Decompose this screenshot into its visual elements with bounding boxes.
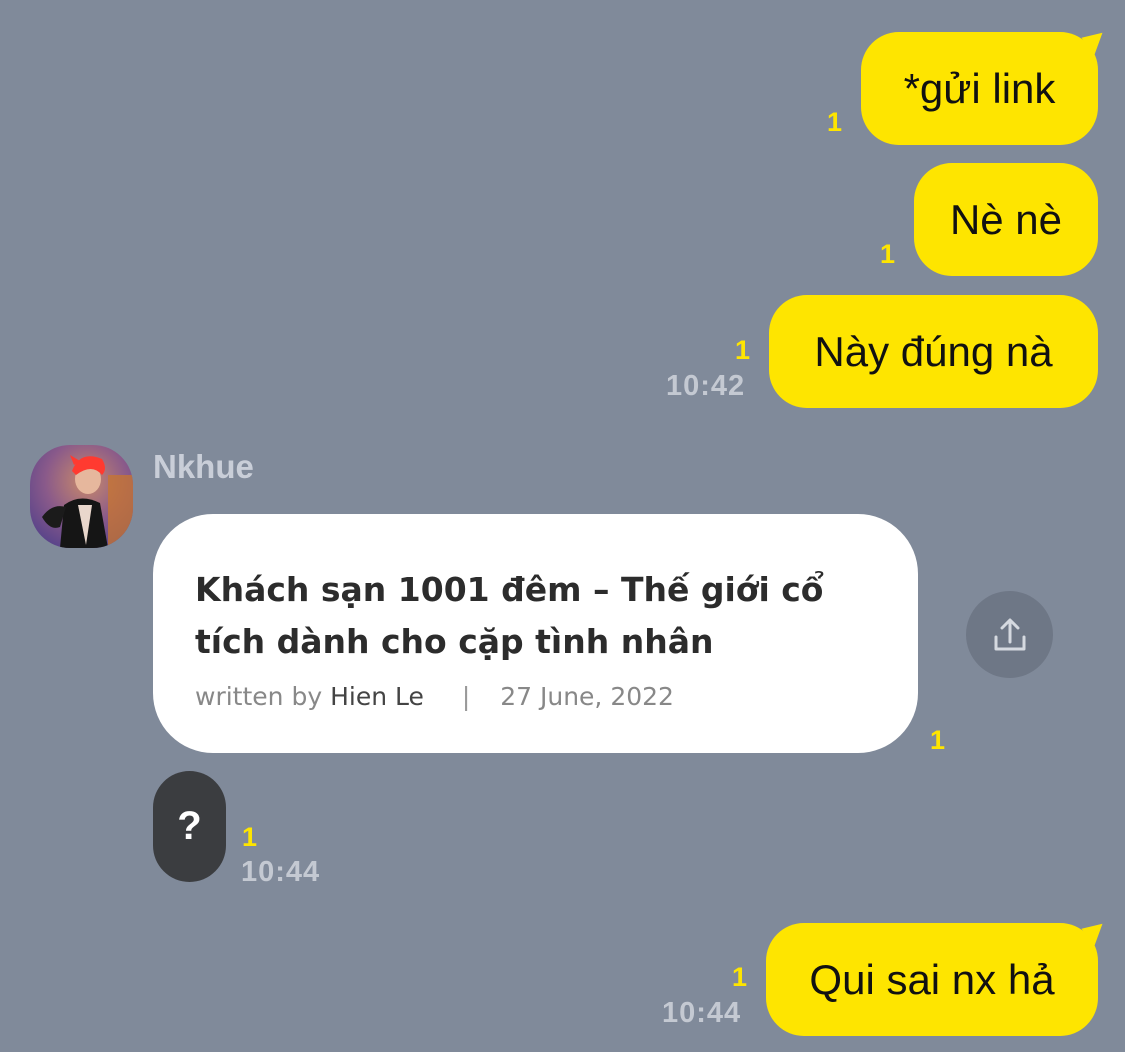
message-text: Này đúng nà: [814, 327, 1053, 375]
link-date: 27 June, 2022: [500, 682, 674, 711]
message-text: Nè nè: [949, 195, 1063, 243]
unread-count: 1: [735, 335, 751, 365]
message-text: ?: [177, 804, 202, 848]
share-icon: [994, 618, 1025, 650]
message-bubble-outgoing[interactable]: Nè nè: [914, 163, 1098, 276]
link-meta: written by Hien Le | 27 June, 2022: [195, 682, 674, 711]
message-text: Qui sai nx hả: [809, 955, 1055, 1003]
link-preview-card[interactable]: Khách sạn 1001 đêm – Thế giới cổ tích dà…: [153, 514, 918, 753]
message-timestamp: 10:44: [662, 997, 742, 1029]
avatar-image: [30, 445, 133, 548]
unread-count: 1: [732, 962, 748, 992]
message-bubble-incoming[interactable]: ?: [153, 771, 226, 882]
avatar[interactable]: [30, 445, 133, 548]
link-author: Hien Le: [330, 682, 424, 711]
unread-count: 1: [930, 725, 946, 755]
message-bubble-outgoing[interactable]: Này đúng nà: [769, 295, 1098, 408]
share-button[interactable]: [966, 591, 1053, 678]
unread-count: 1: [827, 107, 843, 137]
message-bubble-outgoing[interactable]: *gửi link: [861, 32, 1098, 145]
message-timestamp: 10:42: [666, 370, 746, 402]
message-text: *gửi link: [903, 64, 1056, 112]
message-bubble-outgoing[interactable]: Qui sai nx hả: [766, 923, 1098, 1036]
sender-name: Nkhue: [153, 448, 254, 485]
unread-count: 1: [880, 239, 896, 269]
written-by-label: written by: [195, 682, 323, 711]
message-timestamp: 10:44: [241, 856, 321, 888]
meta-separator: |: [461, 682, 471, 711]
link-title: Khách sạn 1001 đêm – Thế giới cổ tích dà…: [195, 570, 824, 661]
unread-count: 1: [242, 822, 258, 852]
